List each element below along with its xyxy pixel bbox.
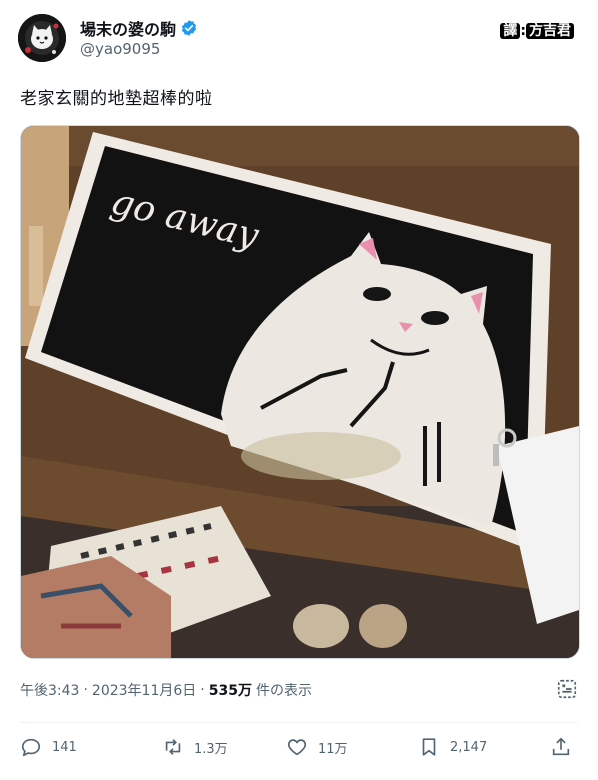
- actions-divider: [20, 722, 578, 723]
- meta-separator: ·: [200, 682, 205, 698]
- tweet-text: 老家玄關的地墊超棒的啦: [20, 89, 213, 109]
- analytics-icon[interactable]: [556, 678, 578, 700]
- credit-name: 方吉君: [526, 23, 574, 39]
- tweet-date[interactable]: 2023年11月6日: [92, 680, 196, 700]
- reply-icon: [21, 738, 41, 757]
- avatar[interactable]: [18, 14, 66, 62]
- author-handle[interactable]: @yao9095: [80, 40, 160, 58]
- share-icon: [552, 737, 570, 756]
- credit-prefix: 譯: [500, 23, 521, 39]
- tweet-header: 場末の婆の駒 @yao9095 譯: 方吉君: [18, 12, 580, 64]
- tweet-actions: 141 1.3万 11万 2,147: [20, 736, 578, 766]
- views-label: 件の表示: [255, 683, 312, 699]
- repost-button[interactable]: 1.3万: [162, 736, 228, 758]
- reply-count: 141: [52, 739, 77, 755]
- author-display-name[interactable]: 場末の婆の駒: [80, 16, 176, 40]
- repost-count: 1.3万: [194, 741, 228, 757]
- bookmark-count: 2,147: [450, 739, 488, 755]
- author-name-row: 場末の婆の駒: [80, 16, 198, 40]
- doormat-photo: go away: [21, 126, 579, 658]
- bookmark-button[interactable]: 2,147: [418, 736, 487, 758]
- tweet-photo[interactable]: go away: [20, 125, 580, 659]
- avatar-cat-icon: [18, 14, 66, 62]
- views-count: 535万: [208, 683, 252, 699]
- translation-credit: 譯: 方吉君: [498, 20, 576, 40]
- verified-badge-icon: [181, 20, 197, 36]
- tweet-time[interactable]: 午後3:43: [20, 680, 79, 700]
- meta-separator: ·: [83, 682, 88, 698]
- like-button[interactable]: 11万: [286, 736, 348, 758]
- reply-button[interactable]: 141: [20, 736, 77, 758]
- like-count: 11万: [318, 741, 348, 757]
- heart-icon: [287, 739, 307, 756]
- bookmark-icon: [422, 738, 436, 756]
- tweet-meta: 午後3:43 · 2023年11月6日 · 535万 件の表示: [20, 680, 312, 700]
- repost-icon: [165, 739, 181, 755]
- share-button[interactable]: [550, 736, 572, 758]
